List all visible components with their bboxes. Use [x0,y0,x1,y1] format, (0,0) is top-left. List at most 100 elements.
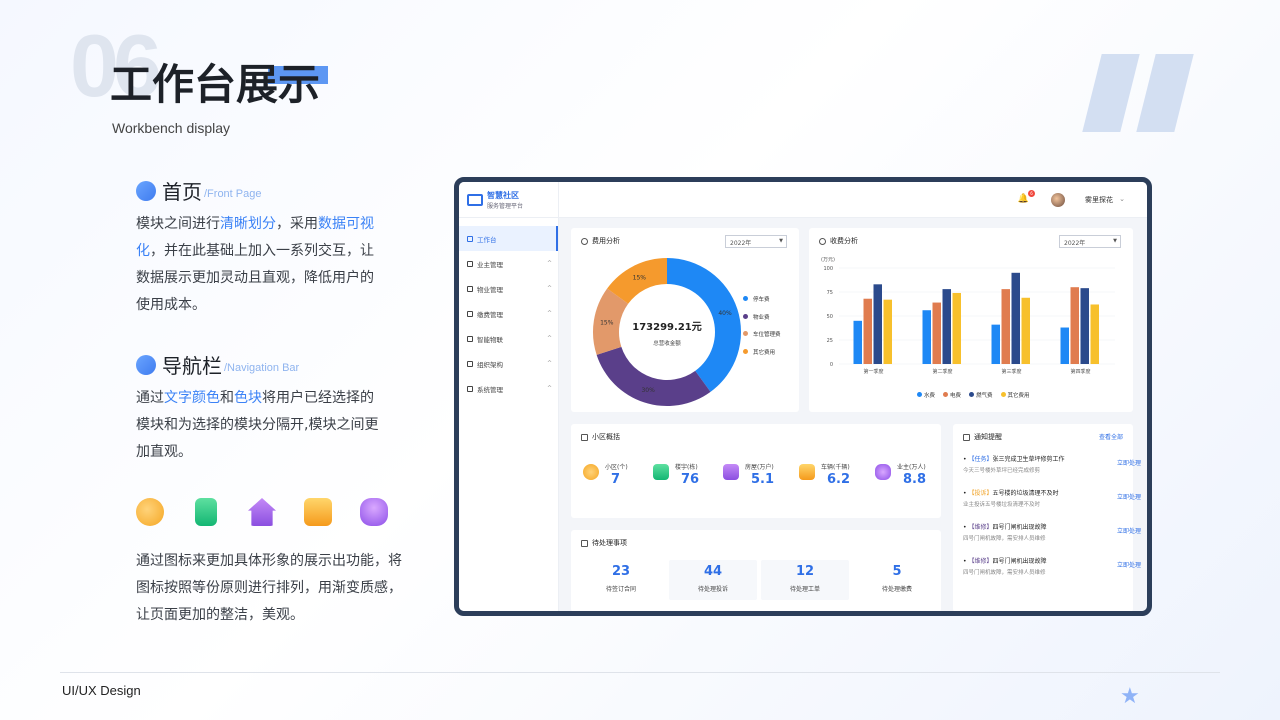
footer-text: UI/UX Design [62,683,141,698]
nav-item-system[interactable]: 系统管理 ^ [459,376,558,401]
user-name[interactable]: 雾里探花 [1085,195,1113,205]
notice-sub: 四号门闸机故障，需安排人员维修 [963,536,1046,542]
section-title: 导航栏 [162,354,222,378]
handle-now-link[interactable]: 立即处理 [1117,526,1141,535]
x-tick-label: 第二季度 [932,368,952,375]
bar[interactable] [922,310,932,364]
dashboard-screenshot: 智慧社区 服务管理平台 工作台 业主管理 ^ 物业管理 ^ 缴费管理 ^ 智能物联 ^ 组… [454,177,1152,616]
star-icon: ★ [1120,684,1140,709]
pie-legend: 停车费 物业费 车位管理费 其它费用 [743,292,781,362]
section-en: /Front Page [204,187,262,200]
charge-analysis-card: 收费分析 2022年 ▼ (万元) 0 25 50 75 100 第一季度 第二季度 第三季度第… [809,228,1133,412]
y-tick-label: 100 [823,266,833,272]
notice-tag: 【投诉】 [968,490,993,497]
chevron-up-icon: ^ [546,360,552,367]
notice-item: • 【维修】四号门闸机出现故障 四号门闸机故障，需安排人员维修 立即处理 [963,524,1141,542]
slice-label: 40% [718,310,732,317]
nav-label: 缴费管理 [477,310,503,319]
logo-icon [467,193,483,206]
bar[interactable] [1001,289,1011,364]
view-all-link[interactable]: 查看全部 [1099,432,1123,441]
bar[interactable] [853,320,863,364]
chevron-down-icon[interactable]: ⌄ [1119,195,1125,203]
brand[interactable]: 智慧社区 服务管理平台 [459,182,558,218]
bar[interactable] [991,324,1001,364]
bar[interactable] [932,302,942,364]
bar[interactable] [883,299,893,364]
quote-mark-left [1082,54,1140,132]
bar[interactable] [1021,297,1031,364]
icons-caption: 通过图标来更加具体形象的展示出功能，将图标按照等份原则进行排列，用渐变质感，让页… [136,553,402,623]
nav-label: 物业管理 [477,285,503,294]
card-title: 费用分析 [592,237,620,245]
quote-mark-right [1136,54,1194,132]
nav-item-property[interactable]: 物业管理 ^ [459,276,558,301]
year-select[interactable]: 2022年 ▼ [725,235,787,248]
card-title: 小区概括 [592,433,620,441]
legend-swatch [743,331,748,336]
card-title: 收费分析 [830,237,858,245]
building-icon [653,464,669,480]
bar[interactable] [942,289,952,364]
todo-label: 待签订合同 [605,586,636,593]
legend-item[interactable]: 车位管理费 [743,327,781,345]
todo-value: 12 [795,564,815,579]
legend-item[interactable]: 电费 [943,391,961,399]
select-value: 2022年 [1064,240,1086,247]
bar[interactable] [863,298,873,364]
nav-label: 系统管理 [477,385,503,394]
handle-now-link[interactable]: 立即处理 [1117,492,1141,501]
bar[interactable] [1090,304,1100,364]
iot-icon [467,335,473,342]
section-title: 首页 [162,180,202,204]
todo-item[interactable]: 23 待签订合同 [577,560,665,600]
legend-swatch [1000,392,1006,397]
todo-value: 44 [703,564,723,579]
bar[interactable] [1011,272,1021,364]
legend-item[interactable]: 水费 [917,391,935,399]
todo-item[interactable]: 12 待处理工单 [761,560,849,600]
legend-item[interactable]: 燃气费 [969,391,993,399]
section-text: 通过文字颜色和色块将用户已经选择的模块和为选择的模块分隔开,模块之间更加直观。 [136,390,379,460]
avatar[interactable] [1051,193,1065,207]
owners-icon [875,464,891,480]
checkbox-icon [581,539,588,547]
nav-item-payment[interactable]: 缴费管理 ^ [459,301,558,326]
bar[interactable] [1060,327,1070,364]
nav-item-iot[interactable]: 智能物联 ^ [459,326,558,351]
bell-icon[interactable]: 🔔 [1018,194,1029,204]
pie-slice[interactable] [596,346,711,406]
notice-item: • 【维修】四号门闸机出现故障 四号门闸机故障，需安排人员维修 立即处理 [963,558,1141,576]
chevron-up-icon: ^ [546,260,552,267]
legend-item[interactable]: 物业费 [743,310,781,328]
handle-now-link[interactable]: 立即处理 [1117,560,1141,569]
chevron-up-icon: ^ [546,335,552,342]
feature-icons [136,498,388,526]
todo-item[interactable]: 44 待处理投诉 [669,560,757,600]
caret-down-icon: ▼ [779,238,783,244]
bar[interactable] [952,292,962,364]
legend-item[interactable]: 其它费用 [1000,391,1030,399]
bar-chart: 0 25 50 75 100 第一季度 第二季度 第三季度 第四季度 [823,266,1115,375]
todo-label: 待处理缴费 [881,586,912,593]
year-select[interactable]: 2022年 ▼ [1059,235,1121,248]
gear-icon [581,237,588,245]
nav-item-owner[interactable]: 业主管理 ^ [459,251,558,276]
handle-now-link[interactable]: 立即处理 [1117,458,1141,467]
bar[interactable] [1080,288,1090,364]
legend-item[interactable]: 其它费用 [743,345,781,363]
slice-label: 15% [600,319,614,326]
bar[interactable] [873,284,883,364]
todo-item[interactable]: 5 待处理缴费 [853,560,941,600]
chevron-up-icon: ^ [546,385,552,392]
x-tick-label: 第三季度 [1001,368,1021,375]
nav-item-org[interactable]: 组织架构 ^ [459,351,558,376]
stat-label: 小区(个) [605,464,628,471]
notice-tag: 【维修】 [968,558,993,565]
bar[interactable] [1070,287,1080,364]
nav-item-workbench[interactable]: 工作台 [459,226,558,251]
slice-label: 15% [633,275,647,282]
notice-text: 张三完成卫生草坪修剪工作 [992,456,1065,463]
legend-item[interactable]: 停车费 [743,292,781,310]
stat-value: 76 [681,472,700,487]
